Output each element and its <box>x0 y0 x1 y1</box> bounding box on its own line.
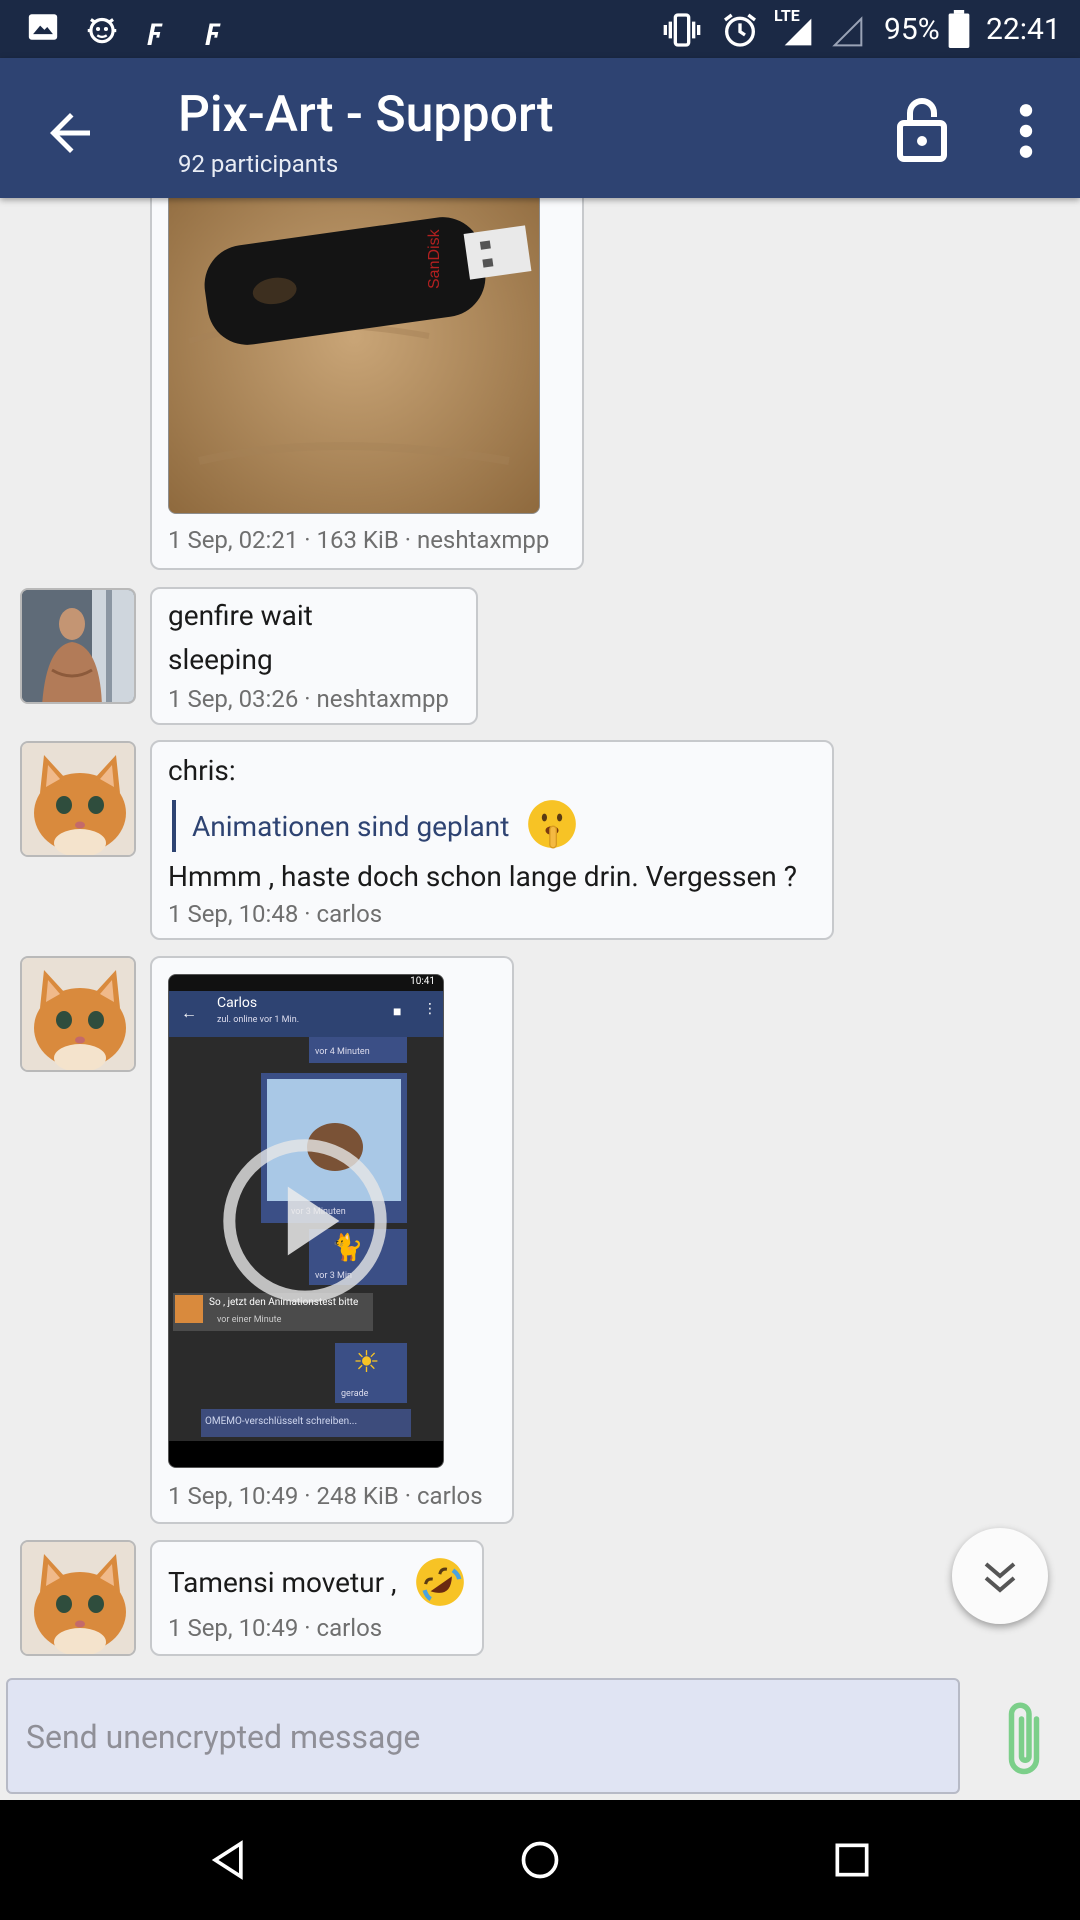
preview-msg-meta: vor einer Minute <box>217 1315 282 1325</box>
overflow-menu-button[interactable] <box>1008 100 1044 162</box>
message-meta: 1 Sep, 10:49 · 248 KiB · carlos <box>168 1482 483 1510</box>
vibrate-icon <box>663 13 701 47</box>
avatar[interactable] <box>20 1540 136 1656</box>
quote-bar <box>172 800 176 852</box>
kitten-avatar-photo <box>22 1542 134 1654</box>
nav-home-icon[interactable] <box>518 1838 562 1882</box>
system-navigation-bar <box>0 1800 1080 1920</box>
battery-percent: 95% <box>884 12 940 47</box>
arrow-back-icon <box>50 113 90 153</box>
avatar[interactable] <box>20 588 136 704</box>
message-bubble-text[interactable]: Tamensi movetur , 1 Sep, 10:49 · carlos <box>150 1540 484 1656</box>
image-attachment[interactable]: SanDisk <box>168 160 540 514</box>
back-button[interactable] <box>40 103 100 163</box>
quoted-text: Animationen sind geplant <box>192 810 510 843</box>
image-icon <box>28 14 58 40</box>
preview-sun-emoji: ☀ <box>353 1345 380 1380</box>
f-app-icon: ϝ <box>206 12 221 47</box>
preview-statusbar: 10:41 <box>169 975 443 991</box>
preview-msg-meta: vor 4 Minuten <box>315 1047 370 1057</box>
bug-icon <box>87 17 117 44</box>
attach-button[interactable] <box>994 1694 1054 1784</box>
message-bubble-video[interactable]: 10:41 ← Carlos zul. online vor 1 Min. ■ … <box>150 956 514 1524</box>
preview-subtitle: zul. online vor 1 Min. <box>217 1015 300 1025</box>
f-app-icon: ϝ <box>148 12 163 47</box>
signal-empty-icon <box>832 16 863 47</box>
more-vert-icon <box>1019 104 1033 158</box>
nav-recents-icon[interactable] <box>830 1838 874 1882</box>
shushing-face-emoji <box>526 798 578 850</box>
status-bar: ϝ ϝ LTE 95% 22:41 <box>0 0 1080 58</box>
battery-icon <box>948 10 970 48</box>
preview-input-placeholder: OMEMO-verschlüsselt schreiben... <box>205 1416 358 1427</box>
preview-toolbar: ← Carlos zul. online vor 1 Min. ■ ⋮ <box>169 991 443 1037</box>
sender-line: chris: <box>168 754 236 787</box>
alarm-icon <box>724 13 756 47</box>
lock-open-icon <box>897 98 947 162</box>
preview-msg: vor 4 Minuten <box>309 1037 407 1063</box>
message-meta: 1 Sep, 02:21 · 163 KiB · neshtaxmpp <box>168 526 550 554</box>
message-text: Hmmm , haste doch schon lange drin. Verg… <box>168 860 797 893</box>
preview-lock-icon: ■ <box>393 1004 402 1020</box>
message-text: Tamensi movetur , <box>168 1566 397 1599</box>
message-meta: 1 Sep, 03:26 · neshtaxmpp <box>168 685 449 713</box>
message-bubble-image[interactable]: SanDisk 1 Sep, 02:21 · 163 KiB · neshtax… <box>150 160 584 570</box>
conversation-title[interactable]: Pix-Art - Support <box>178 86 554 144</box>
nav-back-icon[interactable] <box>206 1838 250 1882</box>
kitten-avatar-photo <box>22 958 134 1070</box>
participants-count: 92 participants <box>178 150 339 178</box>
avatar-photo <box>22 590 134 702</box>
kitten-avatar-photo <box>22 743 134 855</box>
preview-navbar <box>169 1441 443 1467</box>
message-bubble-quote[interactable]: chris: Animationen sind geplant Hmmm , h… <box>150 740 834 940</box>
encryption-button[interactable] <box>896 94 948 164</box>
toolbar: Pix-Art - Support 92 participants <box>0 58 1080 198</box>
preview-msg-meta: gerade <box>341 1389 369 1399</box>
preview-menu-icon: ⋮ <box>423 1001 437 1017</box>
video-thumbnail[interactable]: 10:41 ← Carlos zul. online vor 1 Min. ■ … <box>168 974 444 1468</box>
double-chevron-down-icon <box>984 1562 1016 1593</box>
preview-time: 10:41 <box>410 976 435 987</box>
clock: 22:41 <box>986 12 1061 47</box>
message-meta: 1 Sep, 10:48 · carlos <box>168 900 383 928</box>
message-input[interactable]: Send unencrypted message <box>6 1678 960 1794</box>
usb-stick-photo: SanDisk <box>169 161 539 513</box>
preview-input: OMEMO-verschlüsselt schreiben... <box>201 1409 411 1437</box>
rofl-emoji <box>414 1556 466 1608</box>
preview-back-icon: ← <box>181 1003 197 1022</box>
scroll-to-bottom-button[interactable] <box>952 1528 1048 1624</box>
signal-icon <box>784 18 812 46</box>
message-bubble-text[interactable]: genfire wait sleeping 1 Sep, 03:26 · nes… <box>150 587 478 725</box>
play-icon[interactable] <box>219 1135 391 1307</box>
preview-msg: ☀ gerade <box>335 1343 407 1403</box>
message-meta: 1 Sep, 10:49 · carlos <box>168 1614 383 1642</box>
svg-text:SanDisk: SanDisk <box>426 228 443 289</box>
preview-title: Carlos <box>217 995 258 1011</box>
avatar[interactable] <box>20 956 136 1072</box>
avatar[interactable] <box>20 741 136 857</box>
message-text-line: sleeping <box>168 643 273 676</box>
paperclip-icon <box>1008 1702 1040 1775</box>
message-input-placeholder: Send unencrypted message <box>26 1718 421 1756</box>
message-text-line: genfire wait <box>168 599 313 632</box>
